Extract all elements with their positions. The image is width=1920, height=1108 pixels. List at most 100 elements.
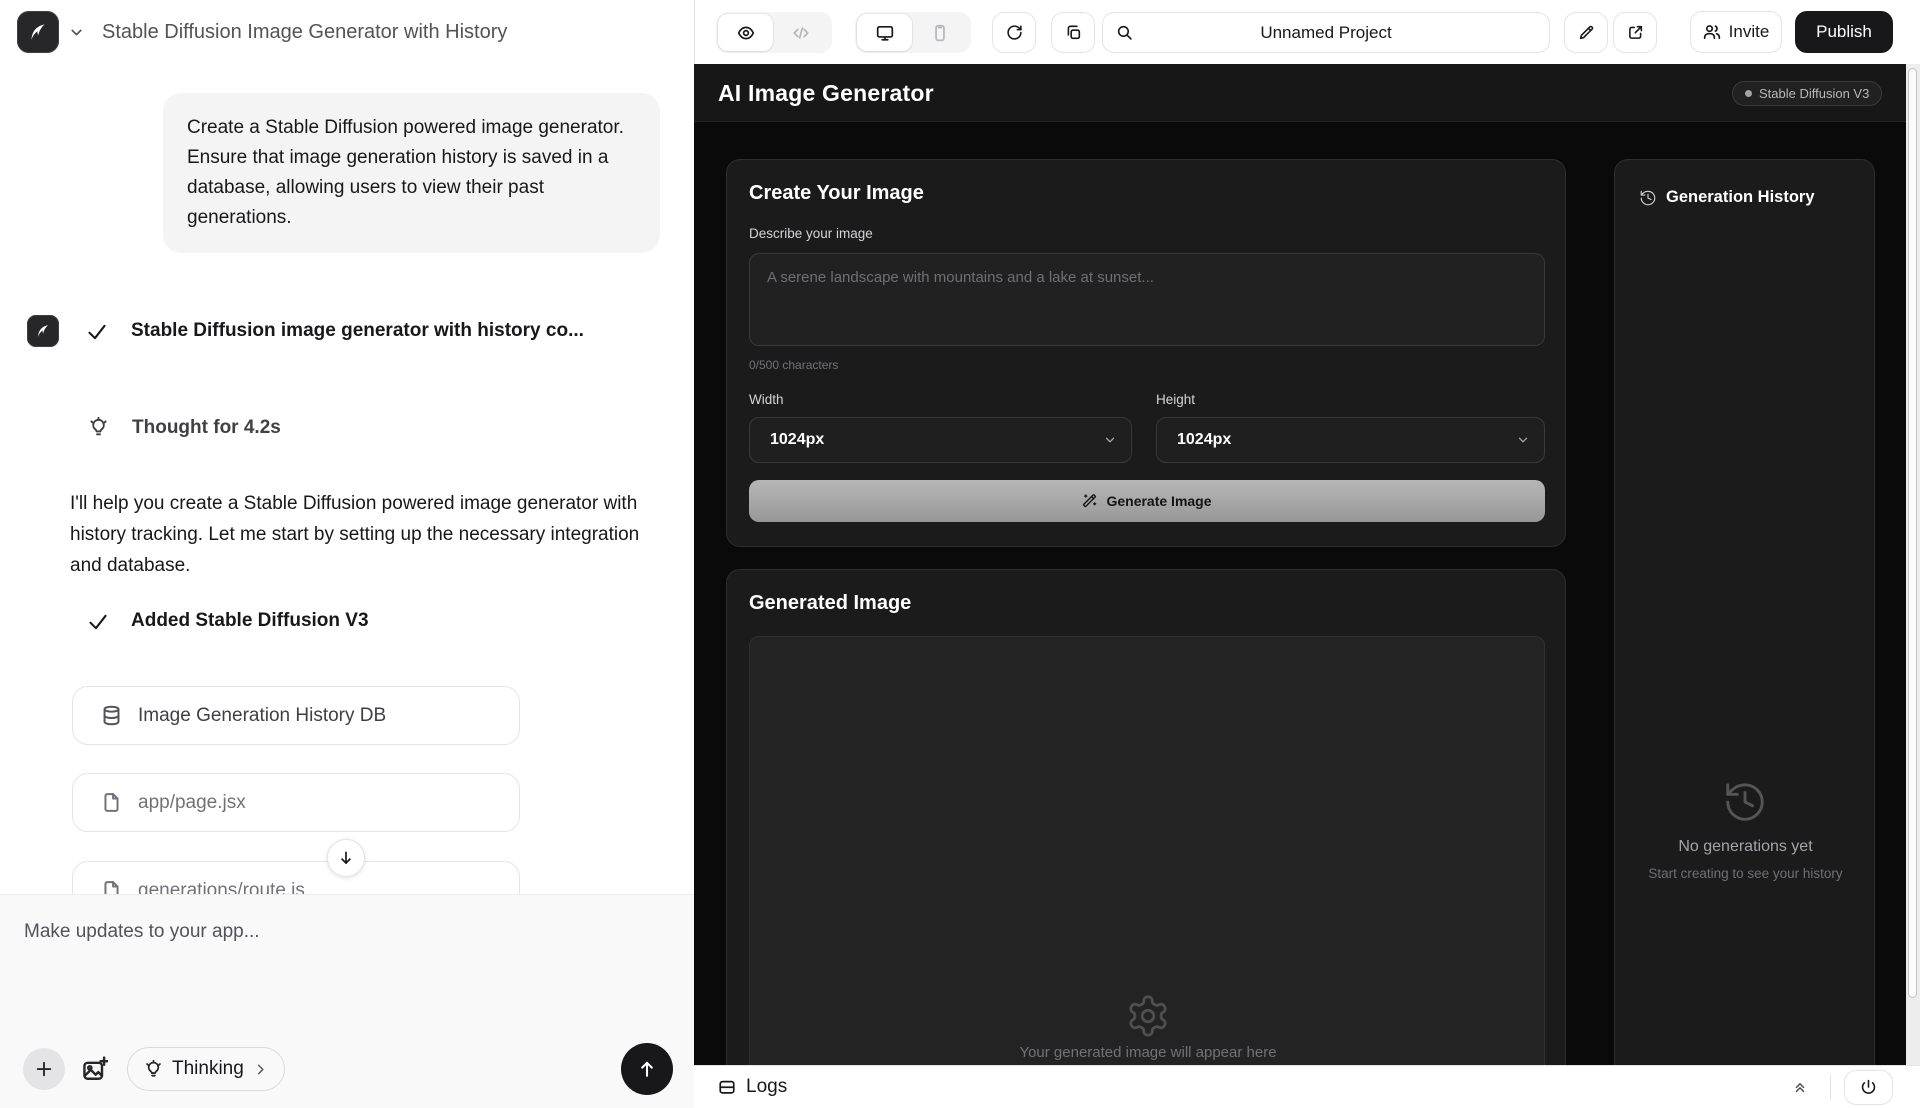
publish-label: Publish bbox=[1816, 22, 1872, 42]
invite-button[interactable]: Invite bbox=[1690, 11, 1782, 53]
generation-history-card: Generation History No generations yet St… bbox=[1614, 159, 1875, 1065]
logo-swoosh-icon bbox=[33, 321, 53, 341]
preview-code-toggle bbox=[716, 12, 832, 53]
users-icon bbox=[1703, 23, 1721, 41]
model-mode-selector[interactable]: Thinking bbox=[127, 1047, 285, 1091]
search-icon bbox=[1116, 24, 1133, 41]
check-icon bbox=[87, 611, 109, 633]
logs-icon bbox=[718, 1078, 736, 1096]
pencil-icon bbox=[1578, 24, 1595, 41]
model-badge: Stable Diffusion V3 bbox=[1732, 81, 1882, 106]
refresh-icon bbox=[1006, 24, 1023, 41]
desktop-view-button[interactable] bbox=[857, 14, 912, 51]
address-bar[interactable]: Unnamed Project bbox=[1102, 12, 1550, 53]
width-value: 1024px bbox=[770, 431, 824, 449]
project-menu-chevron-icon[interactable] bbox=[68, 24, 85, 41]
height-label: Height bbox=[1156, 392, 1195, 407]
chat-composer: Thinking bbox=[0, 894, 694, 1108]
refresh-button[interactable] bbox=[992, 12, 1036, 53]
eye-icon bbox=[737, 24, 755, 42]
gear-icon bbox=[1125, 993, 1171, 1039]
device-toggle bbox=[855, 12, 971, 53]
history-empty-subtitle: Start creating to see your history bbox=[1615, 866, 1876, 881]
model-badge-label: Stable Diffusion V3 bbox=[1759, 86, 1869, 101]
send-button[interactable] bbox=[621, 1043, 673, 1095]
artifact-label: generations/route.js bbox=[138, 880, 305, 895]
logs-divider bbox=[1830, 1074, 1831, 1100]
width-select[interactable]: 1024px bbox=[749, 417, 1132, 463]
history-title: Generation History bbox=[1666, 188, 1815, 207]
logs-bar[interactable]: Logs bbox=[694, 1065, 1920, 1108]
artifact-card-route[interactable]: generations/route.js bbox=[72, 861, 520, 894]
create-image-card: Create Your Image Describe your image 0/… bbox=[726, 159, 1566, 547]
app-preview: AI Image Generator Stable Diffusion V3 C… bbox=[694, 64, 1906, 1065]
code-icon bbox=[792, 24, 810, 42]
artifact-card-db[interactable]: Image Generation History DB bbox=[72, 686, 520, 745]
artifact-label: Image Generation History DB bbox=[138, 705, 386, 727]
wand-icon bbox=[1082, 494, 1097, 509]
top-bar: Stable Diffusion Image Generator with Hi… bbox=[0, 0, 1920, 64]
logs-label: Logs bbox=[746, 1076, 787, 1098]
copy-button[interactable] bbox=[1051, 12, 1095, 53]
history-header: Generation History bbox=[1639, 188, 1815, 207]
arrow-down-icon bbox=[337, 849, 355, 867]
topbar-divider bbox=[694, 0, 695, 64]
scroll-to-bottom-button[interactable] bbox=[327, 839, 365, 877]
generated-card-title: Generated Image bbox=[749, 592, 911, 615]
logs-header: Logs bbox=[718, 1066, 787, 1108]
chevron-down-icon bbox=[1103, 433, 1117, 447]
thinking-label: Thinking bbox=[172, 1058, 244, 1080]
thought-duration[interactable]: Thought for 4.2s bbox=[132, 417, 281, 439]
preview-eye-button[interactable] bbox=[718, 14, 773, 51]
arrow-up-icon bbox=[636, 1058, 658, 1080]
artifact-card-page[interactable]: app/page.jsx bbox=[72, 773, 520, 832]
create-card-title: Create Your Image bbox=[749, 182, 924, 205]
attach-button[interactable] bbox=[23, 1048, 65, 1090]
image-plus-icon bbox=[82, 1056, 108, 1082]
invite-label: Invite bbox=[1729, 22, 1770, 42]
chevron-right-icon bbox=[253, 1062, 268, 1077]
publish-button[interactable]: Publish bbox=[1795, 11, 1893, 53]
preview-scrollbar-thumb[interactable] bbox=[1908, 68, 1917, 998]
assistant-avatar bbox=[27, 315, 59, 347]
mobile-view-button[interactable] bbox=[912, 14, 967, 51]
lightbulb-icon bbox=[88, 417, 109, 438]
status-dot bbox=[1745, 90, 1752, 97]
composer-input[interactable] bbox=[12, 909, 696, 1053]
open-external-button[interactable] bbox=[1613, 12, 1657, 53]
task-title: Stable Diffusion image generator with hi… bbox=[131, 320, 584, 342]
file-icon bbox=[101, 792, 122, 813]
phone-icon bbox=[931, 24, 949, 42]
code-view-button[interactable] bbox=[773, 14, 828, 51]
prompt-input[interactable] bbox=[749, 253, 1545, 346]
width-label: Width bbox=[749, 392, 784, 407]
external-link-icon bbox=[1627, 24, 1644, 41]
history-empty-title: No generations yet bbox=[1615, 838, 1876, 856]
history-empty-icon bbox=[1722, 779, 1768, 825]
height-value: 1024px bbox=[1177, 431, 1231, 449]
chat-panel: Create a Stable Diffusion powered image … bbox=[0, 64, 694, 894]
page-title: Stable Diffusion Image Generator with Hi… bbox=[102, 0, 507, 64]
user-message: Create a Stable Diffusion powered image … bbox=[163, 93, 660, 253]
preview-app-header: AI Image Generator Stable Diffusion V3 bbox=[694, 64, 1906, 122]
power-button[interactable] bbox=[1844, 1070, 1893, 1105]
generated-placeholder-text: Your generated image will appear here bbox=[750, 1044, 1546, 1061]
database-icon bbox=[101, 705, 122, 726]
prompt-label: Describe your image bbox=[749, 226, 873, 241]
logo-swoosh-icon bbox=[25, 19, 51, 45]
generated-image-placeholder: Your generated image will appear here bbox=[749, 636, 1545, 1065]
generate-image-button[interactable]: Generate Image bbox=[749, 480, 1545, 522]
check-icon bbox=[86, 321, 108, 343]
rename-button[interactable] bbox=[1564, 12, 1608, 53]
generate-label: Generate Image bbox=[1106, 493, 1211, 509]
chevrons-up-icon[interactable] bbox=[1792, 1079, 1808, 1095]
height-select[interactable]: 1024px bbox=[1156, 417, 1545, 463]
add-image-button[interactable] bbox=[81, 1055, 109, 1083]
copy-icon bbox=[1065, 24, 1082, 41]
monitor-icon bbox=[876, 24, 894, 42]
file-icon bbox=[101, 880, 122, 894]
address-text: Unnamed Project bbox=[1260, 23, 1391, 43]
artifact-label: app/page.jsx bbox=[138, 792, 246, 814]
app-logo[interactable] bbox=[17, 11, 59, 53]
preview-app-title: AI Image Generator bbox=[718, 64, 934, 122]
